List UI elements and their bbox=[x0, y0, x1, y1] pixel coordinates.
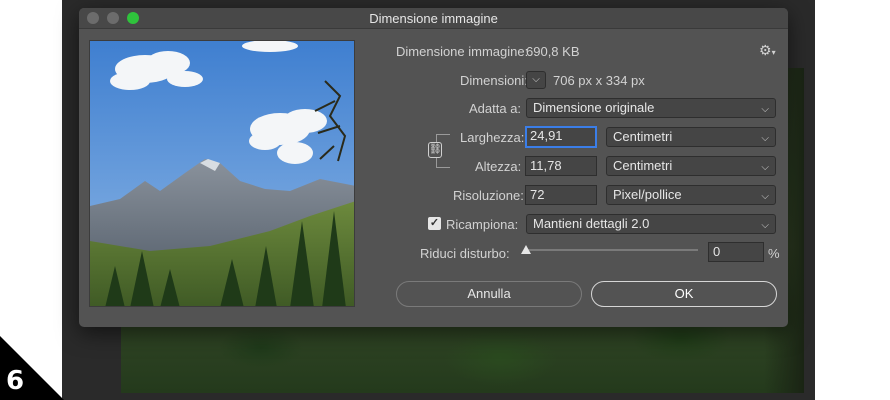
step-number-badge: 6 bbox=[0, 336, 64, 400]
height-unit-select[interactable]: Centimetri ⌵ bbox=[606, 156, 776, 176]
noise-reduction-unit: % bbox=[768, 246, 780, 261]
dimensions-label: Dimensioni: bbox=[460, 73, 528, 88]
dialog-titlebar: Dimensione immagine bbox=[79, 8, 788, 29]
width-unit-value: Centimetri bbox=[613, 129, 673, 144]
constrain-proportions-link-icon[interactable]: ⛓ bbox=[428, 142, 442, 158]
chevron-down-icon: ⌵ bbox=[761, 220, 769, 231]
close-window-button[interactable] bbox=[87, 12, 99, 24]
ok-button[interactable]: OK bbox=[591, 281, 777, 307]
height-input[interactable]: 11,78 bbox=[525, 156, 597, 176]
dialog-title: Dimensione immagine bbox=[369, 10, 498, 26]
gear-icon[interactable]: ⚙▾ bbox=[759, 42, 776, 59]
image-size-value: 690,8 KB bbox=[526, 44, 580, 59]
image-preview[interactable] bbox=[89, 40, 355, 307]
image-size-dialog: Dimensione immagine Dimensione immagine:… bbox=[79, 8, 788, 327]
width-label: Larghezza: bbox=[460, 130, 525, 145]
resolution-unit-select[interactable]: Pixel/pollice ⌵ bbox=[606, 185, 776, 205]
fit-to-select[interactable]: Dimensione originale ⌵ bbox=[526, 98, 776, 118]
resolution-label: Risoluzione: bbox=[453, 188, 524, 203]
resample-method-select[interactable]: Mantieni dettagli 2.0 ⌵ bbox=[526, 214, 776, 234]
resolution-input[interactable]: 72 bbox=[525, 185, 597, 205]
noise-reduction-input[interactable]: 0 bbox=[708, 242, 764, 262]
width-unit-select[interactable]: Centimetri ⌵ bbox=[606, 127, 776, 147]
resample-method-value: Mantieni dettagli 2.0 bbox=[533, 216, 650, 231]
chevron-down-icon: ⌵ bbox=[761, 162, 769, 173]
cancel-button[interactable]: Annulla bbox=[396, 281, 582, 307]
chevron-down-icon: ⌵ bbox=[532, 74, 540, 85]
step-number: 6 bbox=[6, 366, 25, 396]
noise-reduction-slider-track[interactable] bbox=[526, 249, 698, 251]
fit-to-selected-value: Dimensione originale bbox=[533, 100, 655, 115]
chevron-down-icon: ⌵ bbox=[761, 133, 769, 144]
preview-landscape bbox=[90, 41, 354, 306]
dimensions-value: 706 px x 334 px bbox=[553, 73, 645, 88]
height-unit-value: Centimetri bbox=[613, 158, 673, 173]
image-size-label: Dimensione immagine: bbox=[396, 44, 529, 59]
fit-to-label: Adatta a: bbox=[469, 101, 522, 116]
window-controls bbox=[87, 12, 139, 24]
chevron-down-icon: ⌵ bbox=[761, 104, 769, 115]
noise-reduction-slider-thumb[interactable] bbox=[521, 245, 531, 254]
resample-checkbox[interactable]: ✓ bbox=[428, 217, 441, 230]
minimize-window-button[interactable] bbox=[107, 12, 119, 24]
height-label: Altezza: bbox=[475, 159, 522, 174]
dimensions-unit-dropdown[interactable]: ⌵ bbox=[526, 71, 546, 89]
width-input[interactable]: 24,91 bbox=[525, 126, 597, 148]
chevron-down-icon: ⌵ bbox=[761, 191, 769, 202]
resolution-unit-value: Pixel/pollice bbox=[613, 187, 682, 202]
zoom-window-button[interactable] bbox=[127, 12, 139, 24]
resample-label: Ricampiona: bbox=[446, 217, 519, 232]
noise-reduction-label: Riduci disturbo: bbox=[420, 246, 510, 261]
